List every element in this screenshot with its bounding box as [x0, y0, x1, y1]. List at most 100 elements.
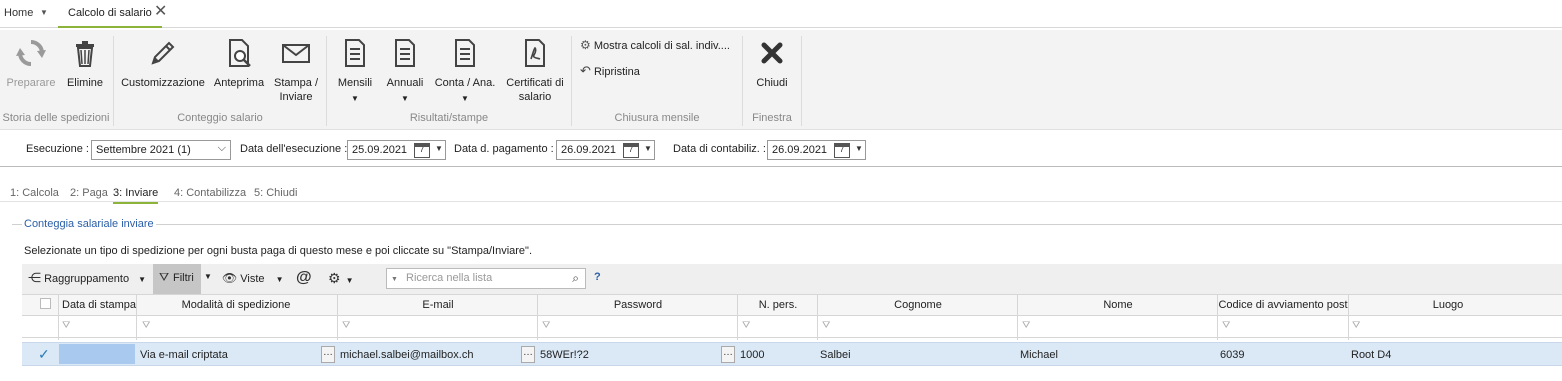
data-contabilizzazione-label: Data di contabiliz. :: [673, 143, 766, 155]
chevron-down-icon[interactable]: ▼: [334, 92, 376, 106]
filter-icon[interactable]: ⛛: [1022, 320, 1034, 332]
search-icon[interactable]: ⌕: [572, 271, 579, 286]
step-contabilizza[interactable]: 4: Contabilizza: [174, 187, 246, 199]
close-icon: [761, 42, 783, 64]
column-divider: [136, 294, 137, 340]
checkmark-icon[interactable]: ✓: [38, 346, 50, 363]
annuali-button[interactable]: Annuali ▼: [382, 36, 428, 106]
filter-icon[interactable]: ⛛: [742, 320, 754, 332]
data-stampa-cell[interactable]: [59, 344, 135, 364]
filter-icon[interactable]: ⛛: [542, 320, 554, 332]
filter-icon[interactable]: ⛛: [1222, 320, 1234, 332]
mensili-button[interactable]: Mensili ▼: [334, 36, 376, 106]
calendar-icon[interactable]: 7: [834, 143, 850, 158]
data-pagamento-field[interactable]: 26.09.2021 7 ▼: [556, 140, 655, 160]
calendar-day: 7: [628, 145, 634, 154]
column-header-data-stampa[interactable]: Data di stampa: [60, 299, 138, 311]
search-input[interactable]: ▼ Ricerca nella lista ⌕: [386, 268, 586, 289]
undo-icon: ↶: [580, 63, 591, 78]
gears-icon: ⚙: [580, 38, 591, 52]
close-icon[interactable]: ✕: [154, 4, 167, 20]
trash-icon: [76, 41, 94, 67]
column-header-email[interactable]: E-mail: [338, 299, 538, 311]
n-pers-cell[interactable]: 1000: [740, 349, 764, 361]
chevron-down-icon[interactable]: ▼: [432, 92, 498, 106]
calendar-day: 7: [839, 145, 845, 154]
step-tabs: 1: Calcola 2: Paga 3: Inviare 4: Contabi…: [0, 182, 1562, 204]
data-pagamento-label: Data d. pagamento :: [454, 143, 554, 155]
data-contabilizzazione-field[interactable]: 26.09.2021 7 ▼: [767, 140, 866, 160]
filter-icon[interactable]: ⛛: [62, 320, 74, 332]
step-paga[interactable]: 2: Paga: [70, 187, 108, 199]
at-icon[interactable]: @: [296, 269, 312, 287]
ripristina-label: Ripristina: [593, 66, 640, 78]
raggruppamento-button[interactable]: ⋲ Raggruppamento ▼: [28, 270, 146, 286]
tab-home[interactable]: Home: [4, 7, 33, 19]
settings-button[interactable]: ⚙ ▼: [328, 270, 354, 287]
select-all-checkbox[interactable]: [40, 298, 51, 309]
document-icon: [455, 39, 475, 67]
help-icon[interactable]: ?: [594, 271, 601, 283]
group-label-chiusura: Chiusura mensile: [614, 112, 700, 124]
eye-icon: 👁: [222, 271, 238, 285]
certificati-button[interactable]: Certificati di salario: [502, 36, 568, 104]
column-header-luogo[interactable]: Luogo: [1348, 299, 1548, 311]
group-label-risultati: Risultati/stampe: [409, 112, 489, 124]
data-esecuzione-field[interactable]: 25.09.2021 7 ▼: [347, 140, 446, 160]
grid-filter-row: ⛛ ⛛ ⛛ ⛛ ⛛ ⛛ ⛛ ⛛ ⛛: [22, 316, 1562, 338]
gear-icon: ⚙: [328, 270, 341, 286]
stampa-inviare-button[interactable]: Stampa / Inviare: [272, 36, 320, 104]
ellipsis-button[interactable]: …: [521, 346, 535, 363]
column-header-n-pers[interactable]: N. pers.: [738, 299, 818, 311]
section-title: Conteggia salariale inviare: [22, 218, 156, 230]
customizzazione-button[interactable]: Customizzazione: [120, 36, 206, 90]
conta-label: Conta / Ana.: [434, 77, 496, 89]
luogo-cell[interactable]: Root D4: [1351, 349, 1391, 361]
viste-button[interactable]: 👁 Viste ▼: [222, 271, 284, 285]
column-divider: [337, 294, 338, 340]
column-divider: [1017, 294, 1018, 340]
chevron-down-icon[interactable]: ▼: [644, 144, 652, 153]
chevron-down-icon[interactable]: ▼: [382, 92, 428, 106]
step-calcola[interactable]: 1: Calcola: [10, 187, 59, 199]
calendar-icon[interactable]: 7: [623, 143, 639, 158]
chiudi-button[interactable]: Chiudi: [752, 36, 792, 90]
cognome-cell[interactable]: Salbei: [820, 349, 851, 361]
preparare-button[interactable]: Preparare: [6, 36, 56, 90]
filter-icon[interactable]: ⛛: [142, 320, 154, 332]
chevron-down-icon[interactable]: ▼: [204, 272, 212, 281]
tab-label: Calcolo di salario: [68, 7, 152, 19]
step-chiudi[interactable]: 5: Chiudi: [254, 187, 297, 199]
step-inviare[interactable]: 3: Inviare: [113, 187, 159, 204]
column-header-modalita[interactable]: Modalità di spedizione: [136, 299, 336, 311]
anteprima-button[interactable]: Anteprima: [212, 36, 266, 90]
password-cell[interactable]: 58WEr!?2: [540, 349, 589, 361]
modalita-cell[interactable]: Via e-mail criptata: [140, 349, 228, 361]
cap-cell[interactable]: 6039: [1220, 349, 1244, 361]
elimine-button[interactable]: Elimine: [66, 36, 104, 90]
chevron-down-icon[interactable]: ▼: [855, 144, 863, 153]
column-header-cap[interactable]: Codice di avviamento post: [1218, 299, 1348, 311]
chevron-down-icon[interactable]: ▼: [435, 144, 443, 153]
ellipsis-button[interactable]: …: [721, 346, 735, 363]
calendar-icon[interactable]: 7: [414, 143, 430, 158]
conta-ana-button[interactable]: Conta / Ana. ▼: [432, 36, 498, 106]
email-cell[interactable]: michael.salbei@mailbox.ch: [340, 349, 473, 361]
filtri-button[interactable]: ⛛ Filtri: [153, 264, 201, 294]
column-header-nome[interactable]: Nome: [1018, 299, 1218, 311]
mostra-calcoli-button[interactable]: ⚙ Mostra calcoli di sal. indiv....: [580, 38, 730, 52]
ripristina-button[interactable]: ↶ Ripristina: [580, 63, 640, 79]
nome-cell[interactable]: Michael: [1020, 349, 1058, 361]
esecuzione-select[interactable]: Settembre 2021 (1) ⌵: [91, 140, 231, 160]
chevron-down-icon[interactable]: ▼: [40, 8, 48, 17]
filter-icon[interactable]: ⛛: [342, 320, 354, 332]
column-header-cognome[interactable]: Cognome: [818, 299, 1018, 311]
data-esecuzione-label: Data dell'esecuzione :: [240, 143, 348, 155]
column-divider: [1217, 294, 1218, 340]
column-header-password[interactable]: Password: [538, 299, 738, 311]
filter-icon[interactable]: ⛛: [822, 320, 834, 332]
tab-calcolo-di-salario[interactable]: Calcolo di salario: [58, 0, 162, 28]
table-row[interactable]: ✓ Via e-mail criptata … michael.salbei@m…: [22, 342, 1562, 366]
filter-icon[interactable]: ⛛: [1352, 320, 1364, 332]
ellipsis-button[interactable]: …: [321, 346, 335, 363]
